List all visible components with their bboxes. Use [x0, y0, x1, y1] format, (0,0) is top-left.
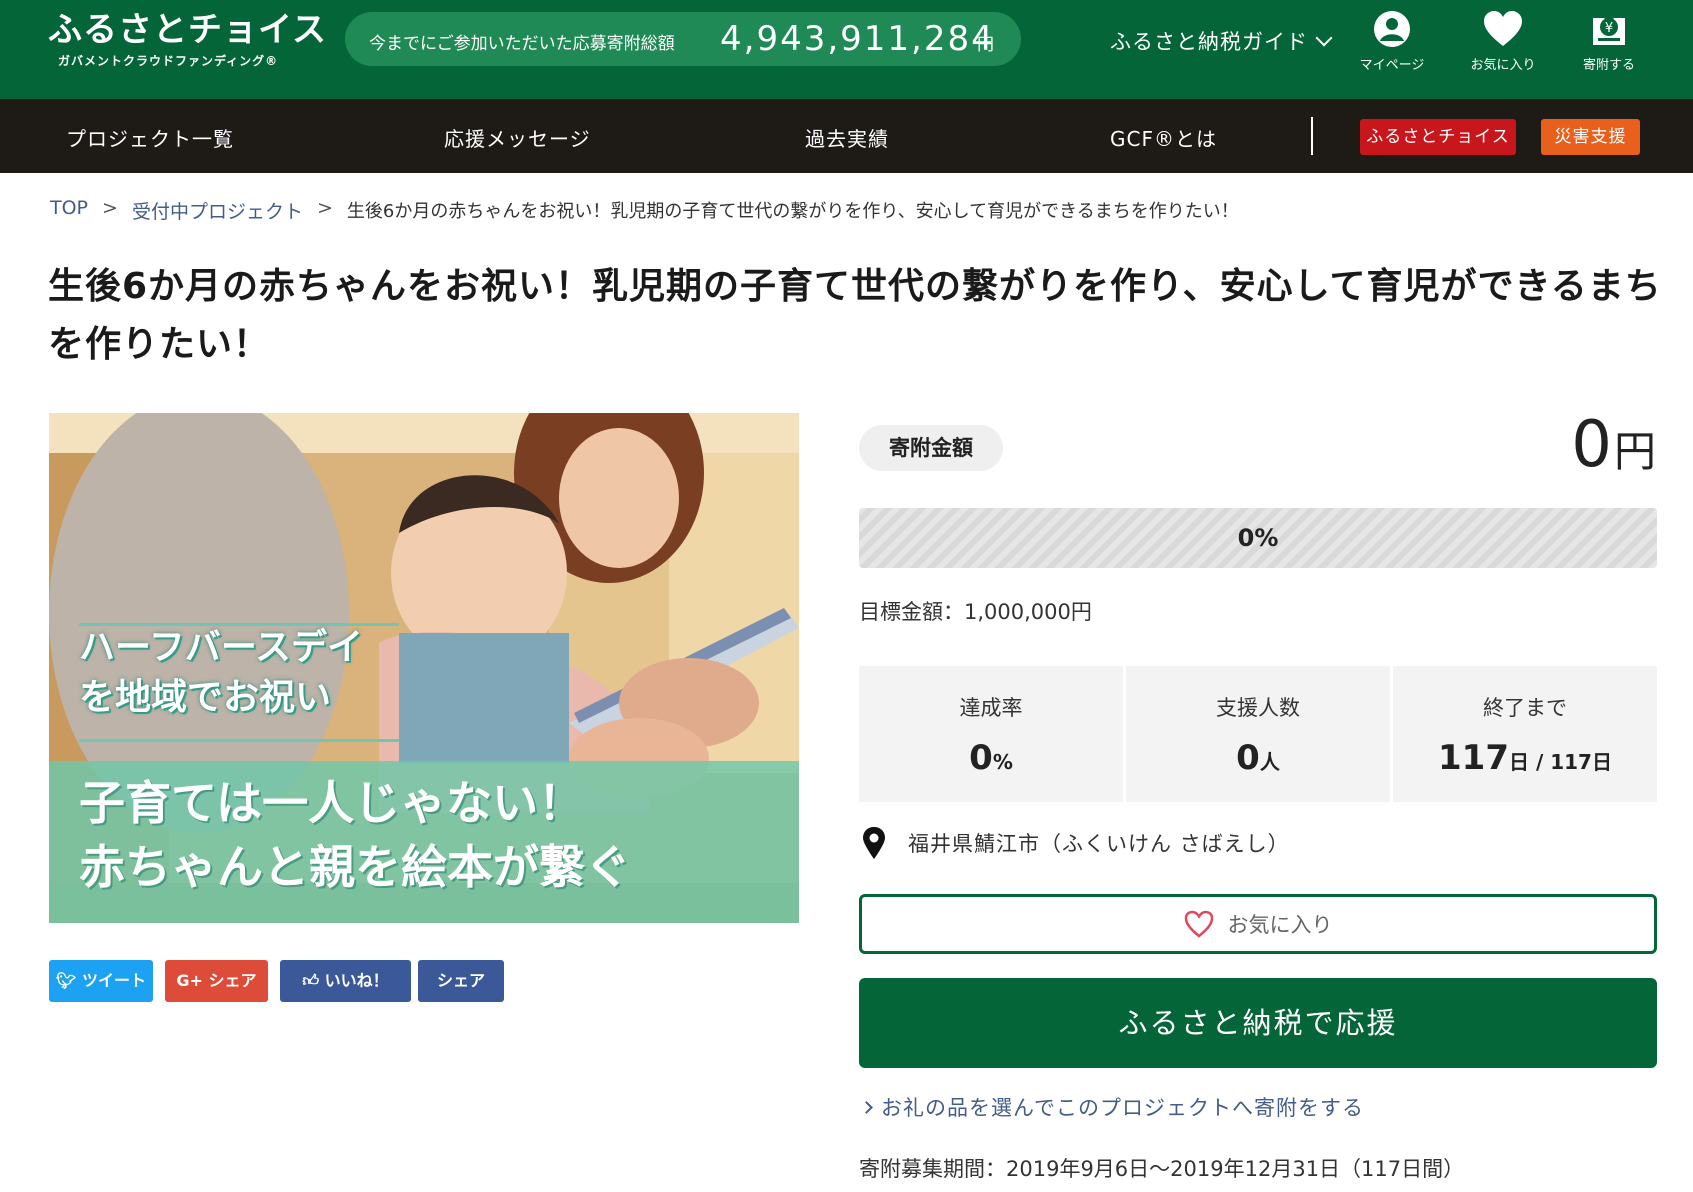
thumbs-up-icon: 👍︎: [302, 971, 320, 990]
heart-outline-icon: [1184, 910, 1213, 938]
stat-number: 0: [1236, 738, 1260, 778]
hero-caption-line: [79, 739, 399, 742]
facebook-share-button[interactable]: シェア: [418, 960, 504, 1002]
main-nav: プロジェクト一覧 応援メッセージ 過去実績 GCF®とは ふるさとチョイス 災害…: [0, 99, 1693, 173]
hero-caption-top-line2: を地域でお祝い: [79, 677, 332, 718]
like-label: いいね！: [324, 971, 389, 990]
hero-caption-main: 子育ては一人じゃない！ 赤ちゃんと親を絵本が繋ぐ: [79, 771, 631, 899]
page-title: 生後6か月の赤ちゃんをお祝い！乳児期の子育て世代の繋がりを作り、安心して育児がで…: [48, 266, 1662, 365]
user-icon: [1374, 11, 1410, 47]
breadcrumb: TOP > 受付中プロジェクト > 生後6か月の赤ちゃんをお祝い！乳児期の子育て…: [50, 197, 1239, 224]
progress-bar: 0%: [859, 508, 1657, 568]
twitter-icon: 🐦︎: [56, 971, 77, 990]
donation-amount-value: 0: [1571, 408, 1612, 482]
heart-icon: [1484, 11, 1522, 46]
add-to-favorites-button[interactable]: お気に入り: [859, 894, 1657, 954]
stat-supporters: 支援人数 0人: [1126, 666, 1390, 802]
hero-caption-main-line2: 赤ちゃんと親を絵本が繋ぐ: [79, 840, 631, 894]
chevron-right-icon: [860, 1100, 873, 1114]
stat-number: 117: [1438, 738, 1509, 778]
stat-days-left: 終了まで 117日 / 117日: [1393, 666, 1657, 802]
stat-label: 達成率: [959, 696, 1023, 720]
stat-value: 0人: [1126, 738, 1390, 778]
choose-gift-label: お礼の品を選んでこのプロジェクトへ寄附をする: [881, 1096, 1364, 1120]
nav-about-gcf[interactable]: GCF®とは: [1110, 123, 1217, 152]
nav-project-list[interactable]: プロジェクト一覧: [66, 123, 234, 152]
breadcrumb-separator: >: [316, 197, 333, 219]
mypage-link[interactable]: マイページ: [1347, 10, 1437, 73]
donation-amount-label: 寄附金額: [859, 425, 1003, 471]
donation-amount-unit: 円: [1613, 427, 1656, 476]
site-logo[interactable]: ふるさとチョイス ガバメントクラウドファンディング®: [48, 10, 327, 69]
target-amount: 目標金額：1,000,000円: [859, 600, 1092, 624]
donate-icon: ¥: [1593, 18, 1625, 45]
furusato-choice-button[interactable]: ふるさとチョイス: [1360, 119, 1516, 155]
breadcrumb-projects[interactable]: 受付中プロジェクト: [132, 197, 303, 224]
logo-sub-text: ガバメントクラウドファンディング®: [58, 54, 279, 68]
project-hero-image: ハーフバースデイ を地域でお祝い 子育ては一人じゃない！ 赤ちゃんと親を絵本が繋…: [49, 413, 799, 923]
guide-label: ふるさと納税ガイド: [1110, 30, 1308, 54]
total-donation-counter: 今までにご参加いただいた応募寄附総額 4,943,911,284 円: [345, 12, 1021, 66]
disaster-support-button[interactable]: 災害支援: [1541, 119, 1640, 155]
total-donation-value: 4,943,911,284: [720, 19, 995, 59]
choose-gift-link[interactable]: お礼の品を選んでこのプロジェクトへ寄附をする: [860, 1092, 1364, 1122]
hero-caption-top: ハーフバースデイ を地域でお祝い: [79, 623, 363, 723]
svg-text:¥: ¥: [1605, 21, 1613, 36]
donate-link[interactable]: ¥ 寄附する: [1564, 10, 1654, 73]
chevron-down-icon: [1315, 29, 1333, 47]
breadcrumb-separator: >: [102, 197, 118, 219]
stat-unit: 人: [1259, 750, 1280, 774]
facebook-like-button[interactable]: 👍︎ いいね！: [280, 960, 411, 1002]
google-plus-icon: G+: [176, 971, 203, 990]
stat-value: 0%: [859, 738, 1123, 778]
map-pin-icon: [863, 827, 885, 859]
breadcrumb-current: 生後6か月の赤ちゃんをお祝い！乳児期の子育て世代の繋がりを作り、安心して育児がで…: [346, 201, 1239, 222]
stat-number: 0: [969, 738, 993, 778]
favorites-label: お気に入り: [1470, 58, 1536, 73]
total-donation-unit: 円: [977, 35, 994, 55]
location-text: 福井県鯖江市（ふくいけん さばえし）: [908, 832, 1290, 856]
nav-support-messages[interactable]: 応援メッセージ: [444, 123, 591, 152]
favorites-link[interactable]: お気に入り: [1458, 10, 1548, 73]
project-location: 福井県鯖江市（ふくいけん さばえし）: [862, 826, 1290, 860]
stat-unit: %: [992, 750, 1013, 774]
logo-main-text: ふるさとチョイス: [48, 10, 327, 50]
donate-label: 寄附する: [1582, 58, 1635, 73]
stat-unit: 日 / 117日: [1509, 750, 1612, 774]
favorites-button-label: お気に入り: [1227, 913, 1333, 937]
stat-value: 117日 / 117日: [1393, 738, 1657, 778]
hero-caption-main-line1: 子育ては一人じゃない！: [79, 776, 585, 830]
stat-label: 終了まで: [1483, 696, 1567, 720]
gplus-share-label: シェア: [208, 971, 257, 990]
breadcrumb-top[interactable]: TOP: [50, 197, 88, 224]
tweet-button[interactable]: 🐦︎ ツイート: [49, 960, 153, 1002]
donation-amount: 0 円: [1571, 408, 1656, 482]
stat-label: 支援人数: [1216, 696, 1300, 720]
furusato-tax-support-button[interactable]: ふるさと納税で応援: [859, 978, 1657, 1068]
donation-period: 寄附募集期間：2019年9月6日～2019年12月31日（117日間）: [859, 1157, 1465, 1181]
furusato-guide-dropdown[interactable]: ふるさと納税ガイド: [1110, 26, 1333, 56]
nav-divider: [1311, 117, 1313, 155]
progress-label: 0%: [1237, 524, 1279, 552]
stat-achievement-rate: 達成率 0%: [859, 666, 1123, 802]
mypage-label: マイページ: [1359, 58, 1425, 73]
nav-past-results[interactable]: 過去実績: [805, 123, 889, 152]
tweet-label: ツイート: [81, 971, 146, 990]
facebook-share-label: シェア: [436, 971, 485, 990]
gplus-share-button[interactable]: G+ シェア: [165, 960, 268, 1002]
total-donation-label: 今までにご参加いただいた応募寄附総額: [369, 34, 675, 54]
hero-caption-top-line1: ハーフバースデイ: [79, 627, 364, 668]
site-header: ふるさとチョイス ガバメントクラウドファンディング® 今までにご参加いただいた応…: [0, 0, 1693, 99]
